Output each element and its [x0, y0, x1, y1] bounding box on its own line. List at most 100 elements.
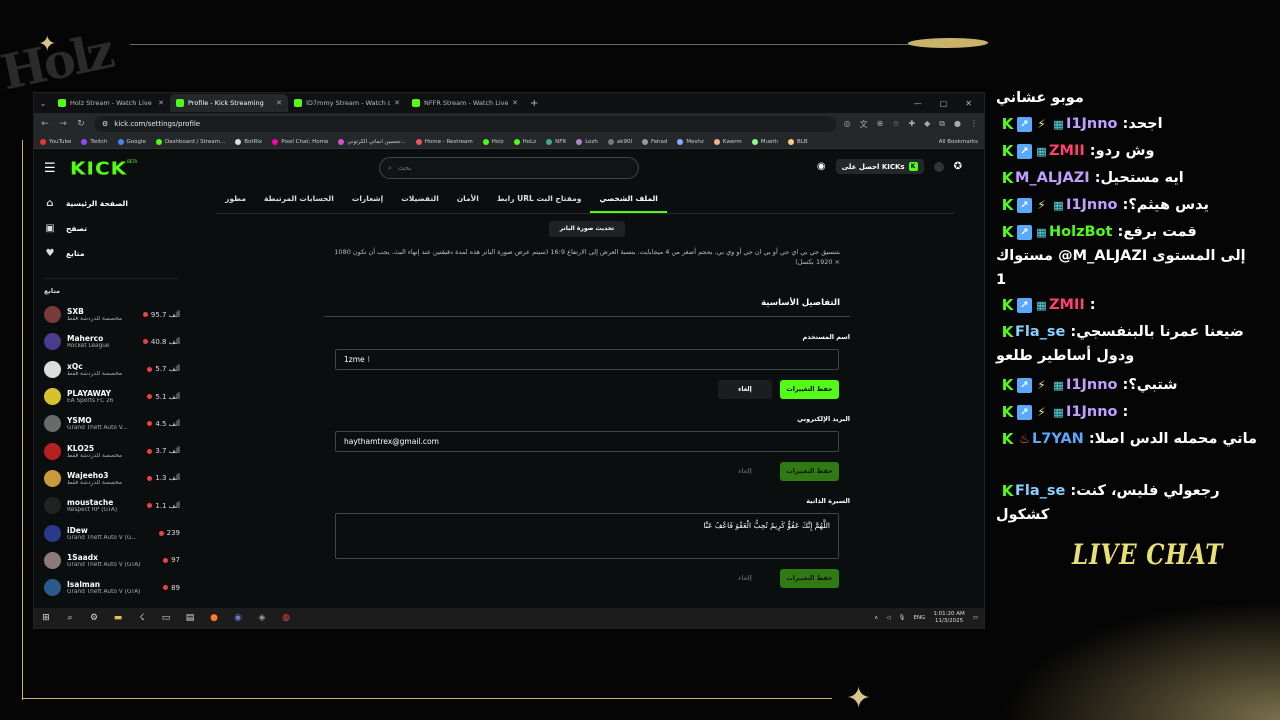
bookmark-item[interactable]: تحسين انماتي الكرتوني...	[338, 138, 406, 145]
browser-tab[interactable]: ID7mmy Stream - Watch Live o✕	[288, 94, 406, 112]
bookmark-item[interactable]: Kwerm	[713, 138, 742, 145]
chrome-icon[interactable]: ◍	[280, 612, 292, 624]
chat-username[interactable]: L7YAN	[1032, 431, 1084, 447]
bookmark-item[interactable]: BotRix	[235, 138, 262, 145]
sidebar-channel[interactable]: KLO25 مخصصة للدردشة فقط 3.7 ألف	[34, 437, 184, 464]
save-button[interactable]: حفظ التغييرات	[780, 569, 839, 588]
bookmark-item[interactable]: ak90l	[607, 138, 632, 145]
maximize-icon[interactable]: ▢	[940, 99, 948, 108]
translate-icon[interactable]: 文	[860, 119, 868, 130]
save-button[interactable]: حفظ التغييرات	[780, 462, 839, 481]
windows-start-icon[interactable]: ⊞	[40, 612, 52, 624]
tab-settings[interactable]: الأمان	[448, 187, 488, 213]
menu-icon[interactable]: ☰	[44, 161, 64, 176]
chat-username[interactable]: I1Jnno	[1066, 197, 1118, 213]
bookmark-item[interactable]: NFR	[546, 138, 566, 145]
browser-tab[interactable]: Holz Stream - Watch Live on Ki✕	[52, 94, 170, 112]
email-field[interactable]: haythamtrex@gmail.com	[335, 431, 839, 452]
sidebar-channel[interactable]: iDew Grand Theft Auto V (G... 239	[34, 519, 184, 546]
back-icon[interactable]: ←	[40, 119, 50, 129]
sidebar-item-home[interactable]: ⌂ الصفحة الرئيسية	[44, 191, 174, 216]
bookmark-item[interactable]: Twitch	[81, 138, 108, 145]
chat-username[interactable]: I1Jnno	[1066, 404, 1118, 420]
username-field[interactable]: 1zme I	[335, 349, 839, 370]
sidebar-channel[interactable]: Maherco Rocket League 40.8 ألف	[34, 328, 184, 355]
bookmark-item[interactable]: HoLz	[513, 138, 536, 145]
bookmark-item[interactable]: BLB	[788, 138, 808, 145]
extension-icon[interactable]: ◆	[924, 119, 930, 130]
close-icon[interactable]: ✕	[158, 99, 164, 107]
close-icon[interactable]: ✕	[276, 99, 282, 107]
cancel-button[interactable]: إلغاء	[718, 462, 772, 481]
all-bookmarks[interactable]: All Bookmarks	[939, 139, 978, 145]
search-input[interactable]: ⌕ بحث	[379, 157, 639, 179]
get-kicks-button[interactable]: احصل على KICKs K	[835, 159, 924, 174]
lens-icon[interactable]: ◎	[844, 119, 851, 130]
kick-logo[interactable]: KICK	[70, 157, 127, 179]
sidebar-item-following[interactable]: ♥ متابع	[44, 241, 174, 266]
tab-settings[interactable]: الحسابات المرتبطة	[255, 187, 343, 213]
cancel-button[interactable]: إلغاء	[718, 380, 772, 399]
bookmark-item[interactable]: YouTube	[40, 138, 71, 145]
url-input[interactable]: ⚙ kick.com/settings/profile	[94, 116, 836, 132]
bookmark-item[interactable]: Fahad	[642, 138, 667, 145]
site-info-icon[interactable]: ⚙	[102, 120, 108, 128]
folder-icon[interactable]: ▬	[112, 612, 124, 624]
chat-username[interactable]: ZMII	[1049, 143, 1085, 159]
bookmark-item[interactable]: Home - Restream	[415, 138, 473, 145]
sidebar-channel[interactable]: xQc مخصصة للدردشة فقط 5.7 ألف	[34, 356, 184, 383]
update-banner-button[interactable]: تحديث صورة البانر	[549, 221, 625, 237]
chat-username[interactable]: M_ALJAZI	[1015, 170, 1090, 186]
sidebar-channel[interactable]: Wajeeho3 مخصصة للدردشة فقط 1.3 ألف	[34, 465, 184, 492]
save-button[interactable]: حفظ التغييرات	[780, 380, 839, 399]
bio-textarea[interactable]: اللَّهُمَّ إِنَّكَ عَفُوٌّ كَرِيمٌ تُحِب…	[335, 513, 839, 559]
profile-icon[interactable]: ●	[954, 119, 961, 130]
chat-username[interactable]: I1Jnno	[1066, 116, 1118, 132]
browser-tab[interactable]: NFFR Stream - Watch Live on K✕	[406, 94, 524, 112]
sidebar-channel[interactable]: 1Saadx Grand Theft Auto V (GTA) 97	[34, 547, 184, 574]
chat-username[interactable]: I1Jnno	[1066, 377, 1118, 393]
steam-icon[interactable]: ◈	[256, 612, 268, 624]
search-icon[interactable]: ⌕	[64, 612, 76, 624]
minimize-icon[interactable]: —	[914, 99, 922, 108]
language-indicator[interactable]: ENG	[913, 615, 925, 621]
sound-icon[interactable]: ◁	[886, 615, 890, 621]
close-icon[interactable]: ✕	[394, 99, 400, 107]
cancel-button[interactable]: إلغاء	[718, 569, 772, 588]
tab-settings[interactable]: التفضيلات	[392, 187, 448, 213]
bookmark-star-icon[interactable]: ☆	[892, 119, 899, 130]
close-window-icon[interactable]: ✕	[965, 99, 972, 108]
forward-icon[interactable]: →	[58, 119, 68, 129]
bookmark-item[interactable]: Lozh	[576, 138, 598, 145]
app-icon[interactable]: ▤	[184, 612, 196, 624]
app-icon[interactable]: ☇	[136, 612, 148, 624]
sidebar-channel[interactable]: Isalman Grand Theft Auto V (GTA) 89	[34, 574, 184, 601]
sidebar-channel[interactable]: SXB مخصصة للدردشة فقط 95.7 ألف	[34, 301, 184, 328]
obs-icon[interactable]: ◉	[232, 612, 244, 624]
clock[interactable]: 1:01:20 AM 11/3/2025	[933, 611, 964, 625]
reload-icon[interactable]: ↻	[76, 119, 86, 129]
sidebar-item-browse[interactable]: ▣ تصفح	[44, 216, 174, 241]
tab-search-icon[interactable]: ⌄	[34, 99, 52, 108]
sidebar-channel[interactable]: YSMO Grand Theft Auto V... 4.5 ألف	[34, 410, 184, 437]
tab-settings[interactable]: الملف الشخصي	[590, 187, 667, 213]
app-icon[interactable]: ▭	[160, 612, 172, 624]
avatar[interactable]	[933, 161, 944, 172]
tab-settings[interactable]: رابط URL ومفتاح البث	[488, 187, 591, 213]
chat-username[interactable]: Fla_se	[1015, 483, 1065, 499]
sidebar-channel[interactable]: PLAYAWAY EA Sports FC 26 5.1 ألف	[34, 383, 184, 410]
app-icon[interactable]: ⚙	[88, 612, 100, 624]
bookmark-item[interactable]: Dashboard / Stream...	[155, 138, 225, 145]
chat-username[interactable]: ZMII	[1049, 297, 1085, 313]
tray-chevron-icon[interactable]: ∧	[874, 615, 878, 621]
bookmark-item[interactable]: Meshz	[677, 138, 704, 145]
notification-center-icon[interactable]: ▭	[973, 615, 978, 621]
bookmark-item[interactable]: Mueth	[751, 138, 778, 145]
bookmark-item[interactable]: Pixel Chat: Home	[272, 138, 328, 145]
bookmark-item[interactable]: Holz	[482, 138, 504, 145]
chat-username[interactable]: HolzBot	[1049, 224, 1112, 240]
bookmark-item[interactable]: Google	[117, 138, 146, 145]
chat-username[interactable]: Fla_se	[1015, 324, 1065, 340]
sidebar-channel[interactable]: moustache Respect RP (GTA) 1.1 ألف	[34, 492, 184, 519]
notification-icon[interactable]: ◉	[817, 161, 826, 172]
